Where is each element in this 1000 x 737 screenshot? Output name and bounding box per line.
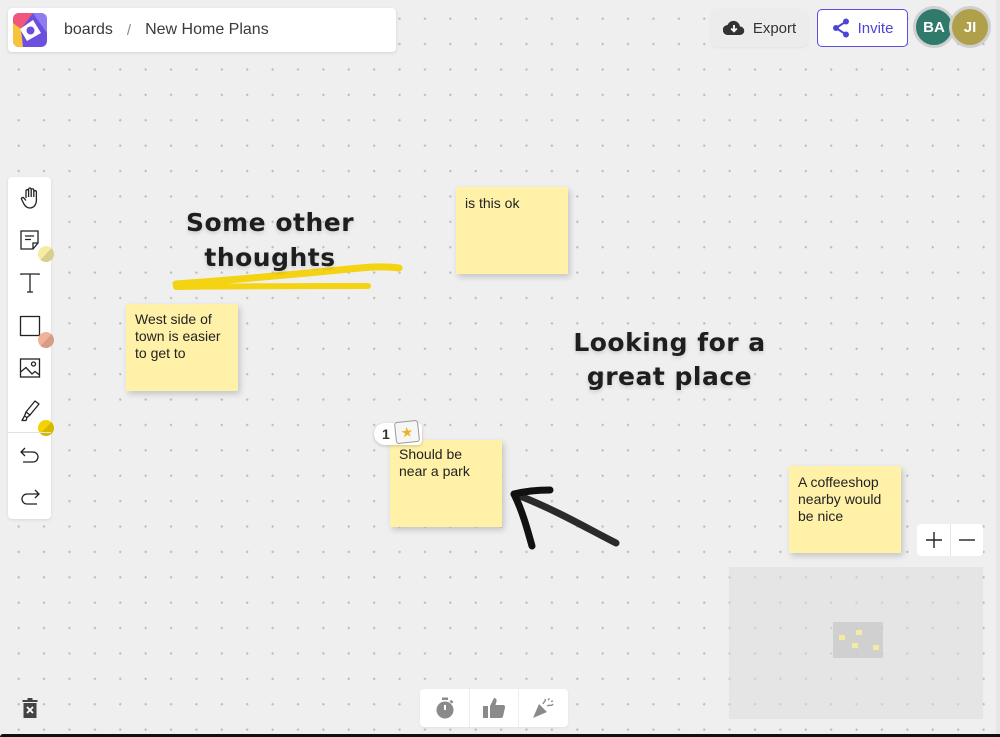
timer-button[interactable]	[420, 689, 469, 727]
minimap[interactable]	[729, 567, 983, 719]
trash-icon[interactable]	[22, 698, 38, 718]
image-icon	[19, 358, 40, 378]
thumbs-up-icon	[483, 698, 506, 718]
sticky-note[interactable]: Should be near a park	[390, 440, 502, 527]
zoom-in-button[interactable]	[917, 524, 950, 556]
minimap-note	[839, 635, 845, 640]
redo-icon	[20, 489, 40, 505]
tool-hand[interactable]	[8, 177, 51, 219]
minimap-note	[852, 643, 858, 648]
board-text-heading[interactable]: Some other thoughts	[180, 205, 360, 275]
text-icon	[19, 273, 40, 293]
stopwatch-icon	[436, 697, 453, 719]
vote-count: 1	[382, 426, 390, 442]
avatar-ji[interactable]: JI	[949, 6, 991, 48]
minimap-note	[873, 645, 879, 650]
tool-text[interactable]	[8, 262, 51, 304]
window-edge	[996, 0, 1000, 737]
sticky-note[interactable]: is this ok	[456, 187, 568, 274]
heading-line: great place	[586, 362, 753, 391]
sticky-color-swatch[interactable]	[38, 246, 54, 262]
cloud-download-icon	[722, 20, 745, 36]
board-text-heading[interactable]: Looking for a great place	[572, 326, 767, 394]
reaction-bar	[420, 689, 568, 727]
breadcrumb-separator: /	[126, 21, 132, 39]
like-button[interactable]	[469, 689, 518, 727]
undo-icon	[19, 447, 39, 463]
redo-button[interactable]	[8, 476, 51, 518]
vote-badge[interactable]: 1 ★	[374, 419, 422, 445]
export-label: Export	[752, 19, 797, 37]
sticky-note[interactable]: West side of town is easier to get to	[126, 304, 238, 391]
zoom-out-button[interactable]	[950, 524, 983, 556]
share-icon	[832, 18, 849, 38]
tool-palette	[8, 177, 54, 519]
breadcrumb: boards / New Home Plans	[8, 8, 396, 52]
toolbar-divider	[8, 432, 51, 433]
app-logo-icon[interactable]	[13, 13, 47, 47]
shape-color-swatch[interactable]	[38, 332, 54, 348]
breadcrumb-boards-link[interactable]: boards	[64, 21, 113, 39]
minus-icon	[959, 539, 975, 541]
invite-button[interactable]: Invite	[817, 9, 908, 47]
minimap-viewport[interactable]	[833, 622, 883, 658]
tool-image[interactable]	[8, 347, 51, 389]
heading-line: thoughts	[204, 243, 336, 272]
undo-button[interactable]	[8, 434, 51, 476]
sticky-note[interactable]: A coffeeshop nearby would be nice	[789, 466, 901, 553]
heading-line: Looking for a	[573, 328, 766, 357]
export-button[interactable]: Export	[711, 9, 808, 47]
celebrate-button[interactable]	[518, 689, 567, 727]
plus-icon	[925, 532, 942, 548]
board-title[interactable]: New Home Plans	[145, 21, 269, 39]
invite-label: Invite	[857, 19, 894, 37]
heading-line: Some other	[185, 208, 355, 237]
party-popper-icon	[533, 698, 554, 718]
hand-icon	[20, 187, 37, 209]
zoom-controls	[917, 524, 983, 556]
minimap-note	[856, 630, 862, 635]
star-icon: ★	[393, 419, 421, 445]
